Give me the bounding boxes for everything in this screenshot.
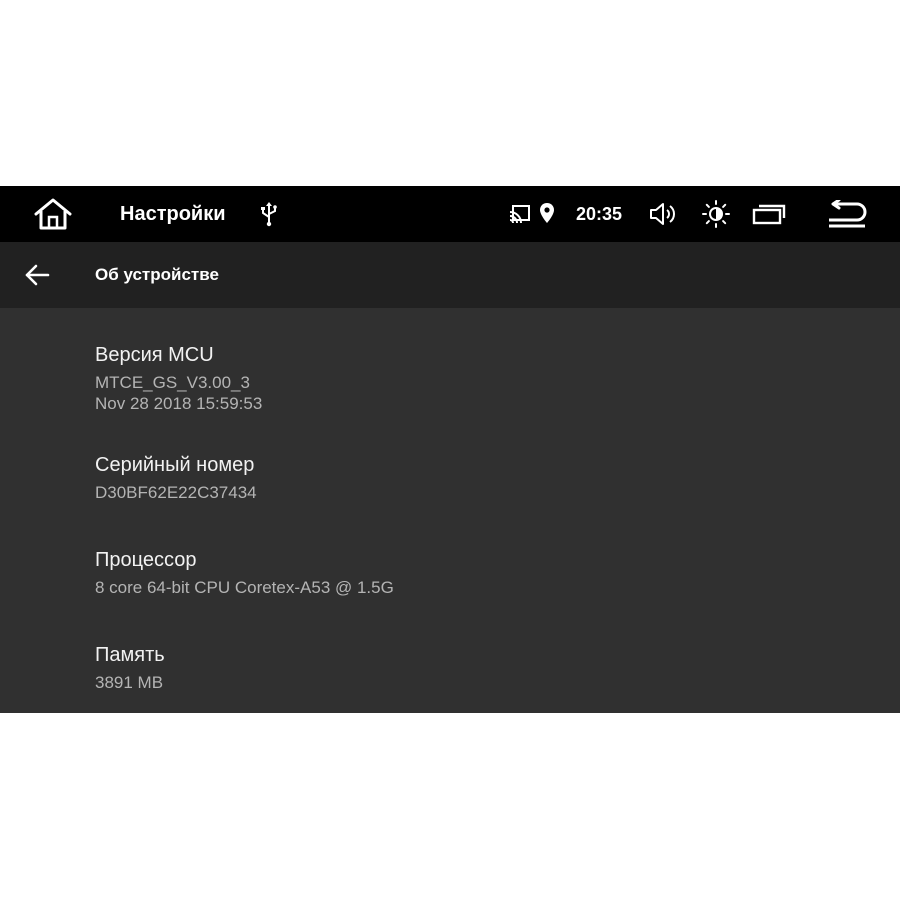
volume-icon[interactable]: [647, 200, 679, 228]
pref-summary: MTCE_GS_V3.00_3 Nov 28 2018 15:59:53: [95, 373, 263, 413]
preferences-list: Версия MCU MTCE_GS_V3.00_3 Nov 28 2018 1…: [0, 308, 900, 713]
page-title: Об устройстве: [95, 265, 219, 284]
brightness-icon[interactable]: [700, 198, 732, 230]
usb-icon: [256, 200, 282, 228]
toolbar: Об устройстве: [0, 242, 900, 308]
pref-mcu-version[interactable]: Версия MCU MTCE_GS_V3.00_3 Nov 28 2018 1…: [95, 343, 875, 414]
status-bar: Настройки 20:35: [0, 186, 900, 242]
device-screen: Настройки 20:35 Об устройстве Версия MCU…: [0, 186, 900, 713]
pref-summary: D30BF62E22C37434: [95, 483, 257, 502]
pref-processor[interactable]: Процессор 8 core 64-bit CPU Coretex-A53 …: [95, 548, 875, 598]
back-icon[interactable]: [822, 198, 872, 230]
pref-summary: 8 core 64-bit CPU Coretex-A53 @ 1.5G: [95, 578, 394, 597]
cast-icon: [508, 202, 532, 226]
app-title: Настройки: [120, 203, 226, 225]
home-icon[interactable]: [28, 194, 78, 234]
pref-title: Процессор: [95, 549, 197, 571]
pref-title: Серийный номер: [95, 454, 255, 476]
pref-serial-number[interactable]: Серийный номер D30BF62E22C37434: [95, 453, 875, 503]
pref-memory[interactable]: Память 3891 MB: [95, 643, 875, 693]
pref-title: Память: [95, 644, 165, 666]
pref-summary: 3891 MB: [95, 673, 164, 692]
recent-apps-icon[interactable]: [750, 200, 788, 228]
location-pin-icon: [538, 200, 556, 226]
arrow-back-icon[interactable]: [20, 259, 54, 291]
clock: 20:35: [576, 204, 623, 224]
pref-title: Версия MCU: [95, 344, 214, 366]
